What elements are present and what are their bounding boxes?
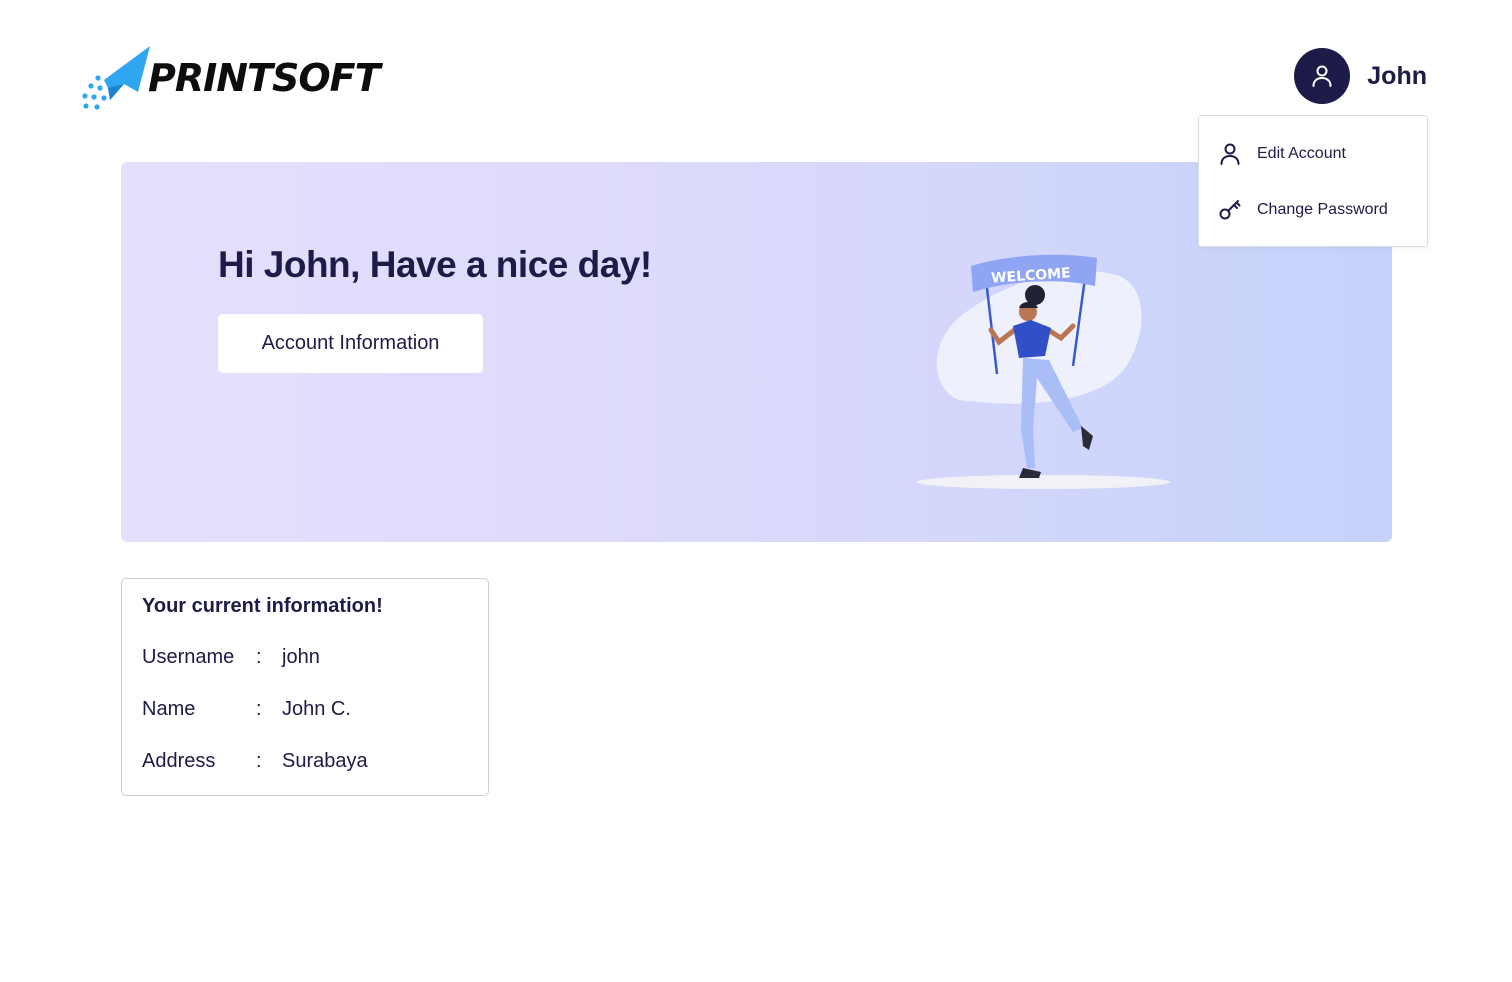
info-label: Name	[142, 697, 196, 720]
key-icon	[1217, 197, 1243, 223]
user-name[interactable]: John	[1367, 62, 1427, 91]
info-separator: :	[256, 697, 262, 720]
greeting-title: Hi John, Have a nice day!	[218, 244, 652, 285]
menu-item-label: Change Password	[1257, 201, 1388, 218]
user-icon	[1312, 65, 1332, 87]
account-information-button[interactable]: Account Information	[218, 314, 483, 373]
info-label: Address	[142, 749, 216, 772]
menu-item-label: Edit Account	[1257, 145, 1346, 162]
info-card-title: Your current information!	[142, 595, 383, 617]
info-separator: :	[256, 749, 262, 772]
welcome-illustration: WELCOME	[916, 254, 1170, 489]
dashboard-page: PRINTSOFT John Edit Account Change Passw…	[0, 0, 1512, 982]
user-dropdown-menu: Edit Account Change Password	[1198, 115, 1428, 247]
avatar[interactable]	[1294, 48, 1351, 104]
info-separator: :	[256, 645, 262, 668]
user-menu[interactable]: John	[1294, 48, 1427, 104]
brand-name: PRINTSOFT	[148, 56, 381, 100]
menu-item-edit-account[interactable]: Edit Account	[1217, 136, 1417, 172]
info-row-name: Name : John C.	[142, 696, 351, 722]
current-information-card: Your current information! Username : joh…	[121, 578, 489, 796]
info-row-address: Address : Surabaya	[142, 748, 368, 774]
user-icon	[1217, 141, 1243, 167]
info-value: Surabaya	[282, 749, 368, 772]
info-value: john	[282, 645, 320, 668]
brand-logo[interactable]: PRINTSOFT	[80, 44, 381, 112]
menu-item-change-password[interactable]: Change Password	[1217, 192, 1417, 228]
rocket-logo-icon	[82, 46, 150, 110]
info-label: Username	[142, 645, 235, 668]
info-row-username: Username : john	[142, 644, 320, 670]
info-value: John C.	[282, 697, 351, 720]
